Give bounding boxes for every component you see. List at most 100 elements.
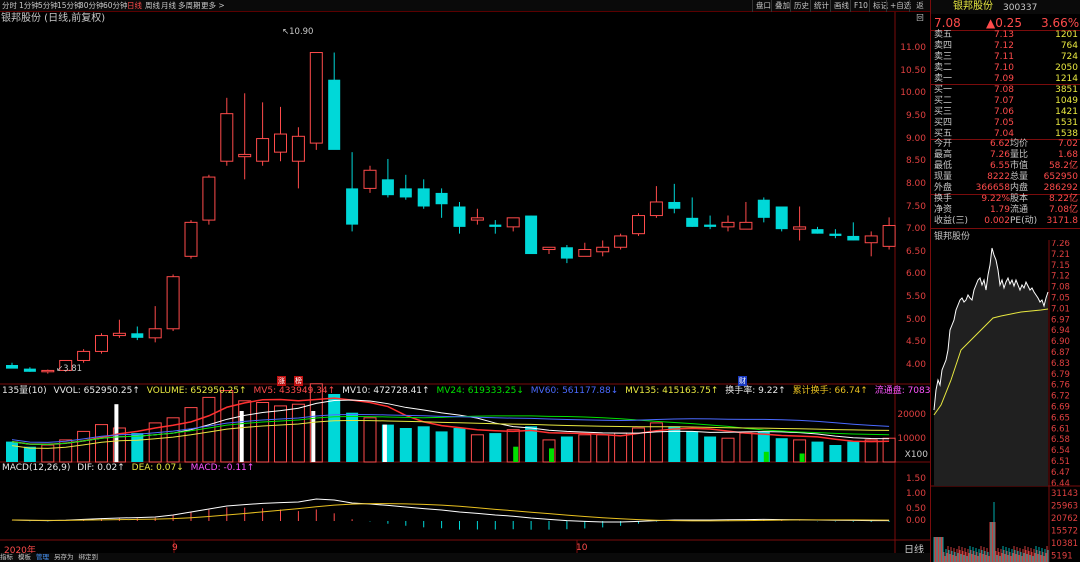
timeframe-tab-6[interactable]: 日线 xyxy=(127,0,142,12)
volume-bar-down xyxy=(131,433,144,462)
volume-bar-mark xyxy=(799,453,805,462)
mv24-value: MV24: 619333.25↓ xyxy=(436,386,524,396)
order-book-row: 买二 7.07 1049 xyxy=(934,96,1078,107)
volume-bar-down xyxy=(829,445,842,462)
order-price: 7.09 xyxy=(993,74,1014,84)
timeframe-tab-9[interactable]: 多周期 xyxy=(178,0,201,12)
price-tick-label: 7.50 xyxy=(905,201,926,212)
timeframe-tab-8[interactable]: 月线 xyxy=(161,0,176,12)
toolbar-button-3[interactable]: 统计 xyxy=(810,0,832,12)
toolbar-button-8[interactable]: 返回 xyxy=(909,0,930,22)
timeframe-tab-3[interactable]: 15分钟 xyxy=(57,0,82,12)
order-volume: 1531 xyxy=(1055,118,1078,128)
order-price: 7.11 xyxy=(993,52,1014,62)
stats-value: 9.22% xyxy=(981,194,1010,204)
candle-body-up xyxy=(542,246,556,251)
event-marker-up[interactable]: 涨 xyxy=(277,376,286,386)
bottom-tab-4[interactable]: 绑定到 xyxy=(79,553,99,561)
toolbar-button-4[interactable]: 画线 xyxy=(830,0,852,12)
bottom-tab-0[interactable]: 指标 xyxy=(0,553,13,561)
timeframe-tab-5[interactable]: 60分钟 xyxy=(103,0,128,12)
stats-row: 外盘 366658 内盘 286292 xyxy=(934,183,1078,194)
stats-key: 换手 xyxy=(934,194,953,204)
candle-body-down xyxy=(399,188,412,198)
order-label: 买一 xyxy=(934,85,953,95)
volume-bar-up xyxy=(721,437,735,463)
volume-bar-down xyxy=(704,436,717,462)
volume-bar-up xyxy=(274,405,287,463)
order-label: 买三 xyxy=(934,107,953,117)
price-change: ▲0.25 xyxy=(986,16,1022,30)
order-volume: 724 xyxy=(1060,52,1078,62)
candle-body-down xyxy=(829,233,842,236)
order-price: 7.10 xyxy=(993,63,1014,73)
intraday-price-label: 7.26 xyxy=(1051,240,1070,249)
intraday-price-label: 7.01 xyxy=(1051,304,1070,314)
candle-body-up xyxy=(614,235,628,248)
timeframe-tab-2[interactable]: 5分钟 xyxy=(38,0,58,12)
high-price-marker: ↖10.90 xyxy=(282,27,314,37)
toolbar-button-2[interactable]: 历史 xyxy=(790,0,812,12)
stock-name: 银邦股份 xyxy=(953,1,993,12)
event-marker-list[interactable]: 榜 xyxy=(294,376,303,386)
intraday-price-label: 6.58 xyxy=(1051,435,1070,445)
stats-key: 外盘 xyxy=(934,183,953,193)
intraday-price-label: 7.08 xyxy=(1051,283,1070,293)
mv10-value: MV10: 472728.41↑ xyxy=(342,386,430,396)
stats-row: 最高 7.26 量比 1.68 xyxy=(934,150,1078,161)
timeframe-tab-4[interactable]: 30分钟 xyxy=(79,0,104,12)
macd-indicator-legend: MACD(12,26,9) DIF: 0.02↑ DEA: 0.07↓ MACD… xyxy=(2,462,258,474)
macd-dif-line xyxy=(11,498,890,523)
volume-bar-up xyxy=(614,432,628,463)
intraday-chart[interactable]: 7.267.217.157.127.087.057.016.976.946.90… xyxy=(931,240,1080,562)
mv135-value: MV135: 415163.75↑ xyxy=(625,386,719,396)
indicator-name: 135量(10) xyxy=(2,386,47,396)
macd-dea-line xyxy=(11,503,890,522)
intraday-price-label: 6.83 xyxy=(1051,359,1070,369)
stats-value: 6.62 xyxy=(989,139,1010,149)
candle-body-down xyxy=(847,235,860,241)
price-tick-label: 9.50 xyxy=(905,110,926,121)
bottom-tab-3[interactable]: 另存为 xyxy=(54,553,74,561)
stats-key: 收益(三) xyxy=(934,216,969,226)
order-book-row: 卖一 7.09 1214 xyxy=(934,74,1078,85)
event-marker-finance[interactable]: 财 xyxy=(738,376,747,386)
stats-key: 总量 xyxy=(1010,172,1029,182)
price-tick-label: 5.00 xyxy=(905,314,926,325)
candle-body-down xyxy=(131,333,144,338)
stats-row: 最低 6.55 市值 58.2亿 xyxy=(934,161,1078,172)
stats-value: 366658 xyxy=(975,183,1010,193)
volume-unit-label: X100 xyxy=(904,450,928,460)
price-tick-label: 4.50 xyxy=(905,337,926,348)
candle-body-up xyxy=(202,176,216,221)
order-label: 卖四 xyxy=(934,41,953,51)
stats-value: 286292 xyxy=(1043,183,1078,193)
candle-body-down xyxy=(757,199,770,218)
intraday-price-label: 6.76 xyxy=(1051,381,1070,391)
candle-body-down xyxy=(6,365,18,369)
timeframe-tab-1[interactable]: 1分钟 xyxy=(19,0,39,12)
order-volume: 1421 xyxy=(1055,107,1078,117)
stats-value: 58.2亿 xyxy=(1048,161,1078,171)
price-summary: 7.08 ▲0.25 3.66% xyxy=(931,15,1080,31)
timeframe-tab-0[interactable]: 分时 xyxy=(2,0,17,12)
volume-value: VOLUME: 652950.25↑ xyxy=(146,386,247,396)
candle-body-up xyxy=(882,225,896,247)
intraday-volume-label: 25963 xyxy=(1051,502,1078,512)
toolbar-button-5[interactable]: F10 xyxy=(850,0,871,12)
intraday-price-label: 6.97 xyxy=(1051,315,1070,325)
intraday-volume-label: 15572 xyxy=(1051,527,1078,537)
stats-key: 股本 xyxy=(1010,194,1029,204)
timeframe-tab-7[interactable]: 周线 xyxy=(145,0,160,12)
bottom-tab-1[interactable]: 模板 xyxy=(18,553,31,561)
date-label-oct: 10 xyxy=(576,543,588,553)
timeframe-tab-10[interactable]: 更多 > xyxy=(201,0,225,12)
bottom-tab-2[interactable]: 管理 xyxy=(36,553,49,561)
candle-body-up xyxy=(112,332,126,337)
intraday-price-label: 6.54 xyxy=(1051,446,1070,456)
intraday-price-label: 6.90 xyxy=(1051,337,1070,347)
intraday-price-label: 6.51 xyxy=(1051,457,1070,467)
candle-body-up xyxy=(596,246,610,253)
candle-body-down xyxy=(328,79,341,150)
volume-bar-up xyxy=(363,417,377,463)
